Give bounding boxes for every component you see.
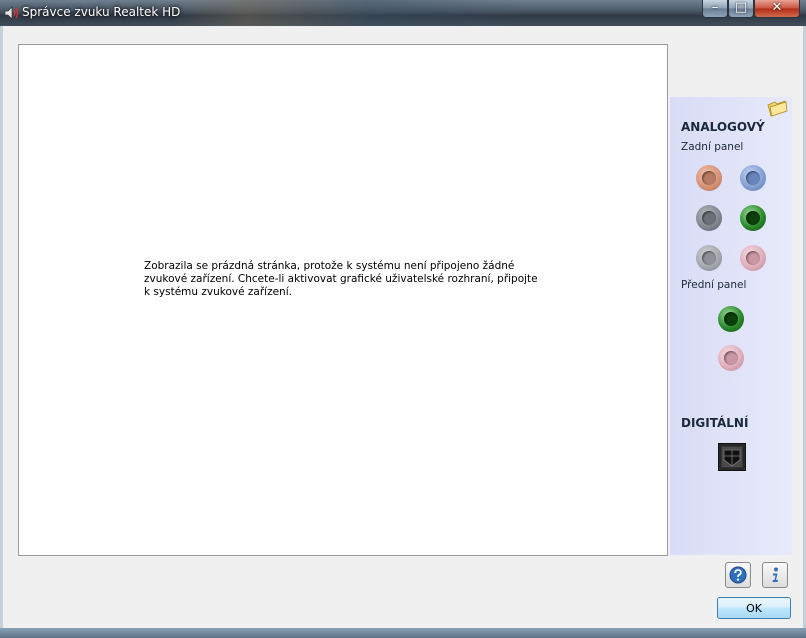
title-bar[interactable]: Správce zvuku Realtek HD – □ ✕ [0,0,806,26]
background-taskbar-strip [0,628,806,638]
close-icon: ✕ [771,0,783,15]
rear-panel-label: Zadní panel [681,141,744,153]
info-button[interactable] [762,562,788,588]
maximize-icon: □ [734,0,748,15]
spdif-connector-icon[interactable] [718,443,746,471]
empty-page-message: Zobrazila se prázdná stránka, protože k … [144,260,538,298]
speaker-icon [4,6,19,20]
front-jack-green[interactable] [718,306,744,332]
minimize-button[interactable]: – [702,0,728,18]
window-frame-left [0,26,3,638]
analog-heading: ANALOGOVÝ [681,120,765,134]
rear-jack-gray[interactable] [696,205,722,231]
help-button[interactable] [725,562,751,588]
rear-jack-light-gray[interactable] [696,245,722,271]
close-button[interactable]: ✕ [754,0,800,18]
front-panel-label: Přední panel [681,279,747,291]
main-content-area: Zobrazila se prázdná stránka, protože k … [18,44,668,556]
title-bar-background [175,0,525,26]
realtek-window: Správce zvuku Realtek HD – □ ✕ Zobrazila… [0,0,806,638]
rear-jack-pink[interactable] [740,245,766,271]
ok-button[interactable]: OK [717,597,791,619]
rear-jack-blue[interactable] [740,165,766,191]
front-jack-pink[interactable] [718,345,744,371]
rear-jack-green[interactable] [740,205,766,231]
connector-side-panel: ANALOGOVÝ Zadní panel Přední panel DIGIT… [670,97,792,555]
rear-jack-orange[interactable] [696,165,722,191]
digital-heading: DIGITÁLNÍ [681,416,749,430]
question-icon [729,566,747,584]
window-title: Správce zvuku Realtek HD [22,5,181,19]
maximize-button[interactable]: □ [728,0,754,18]
minimize-icon: – [711,0,719,15]
folder-icon[interactable] [766,99,788,117]
info-icon [772,567,778,582]
